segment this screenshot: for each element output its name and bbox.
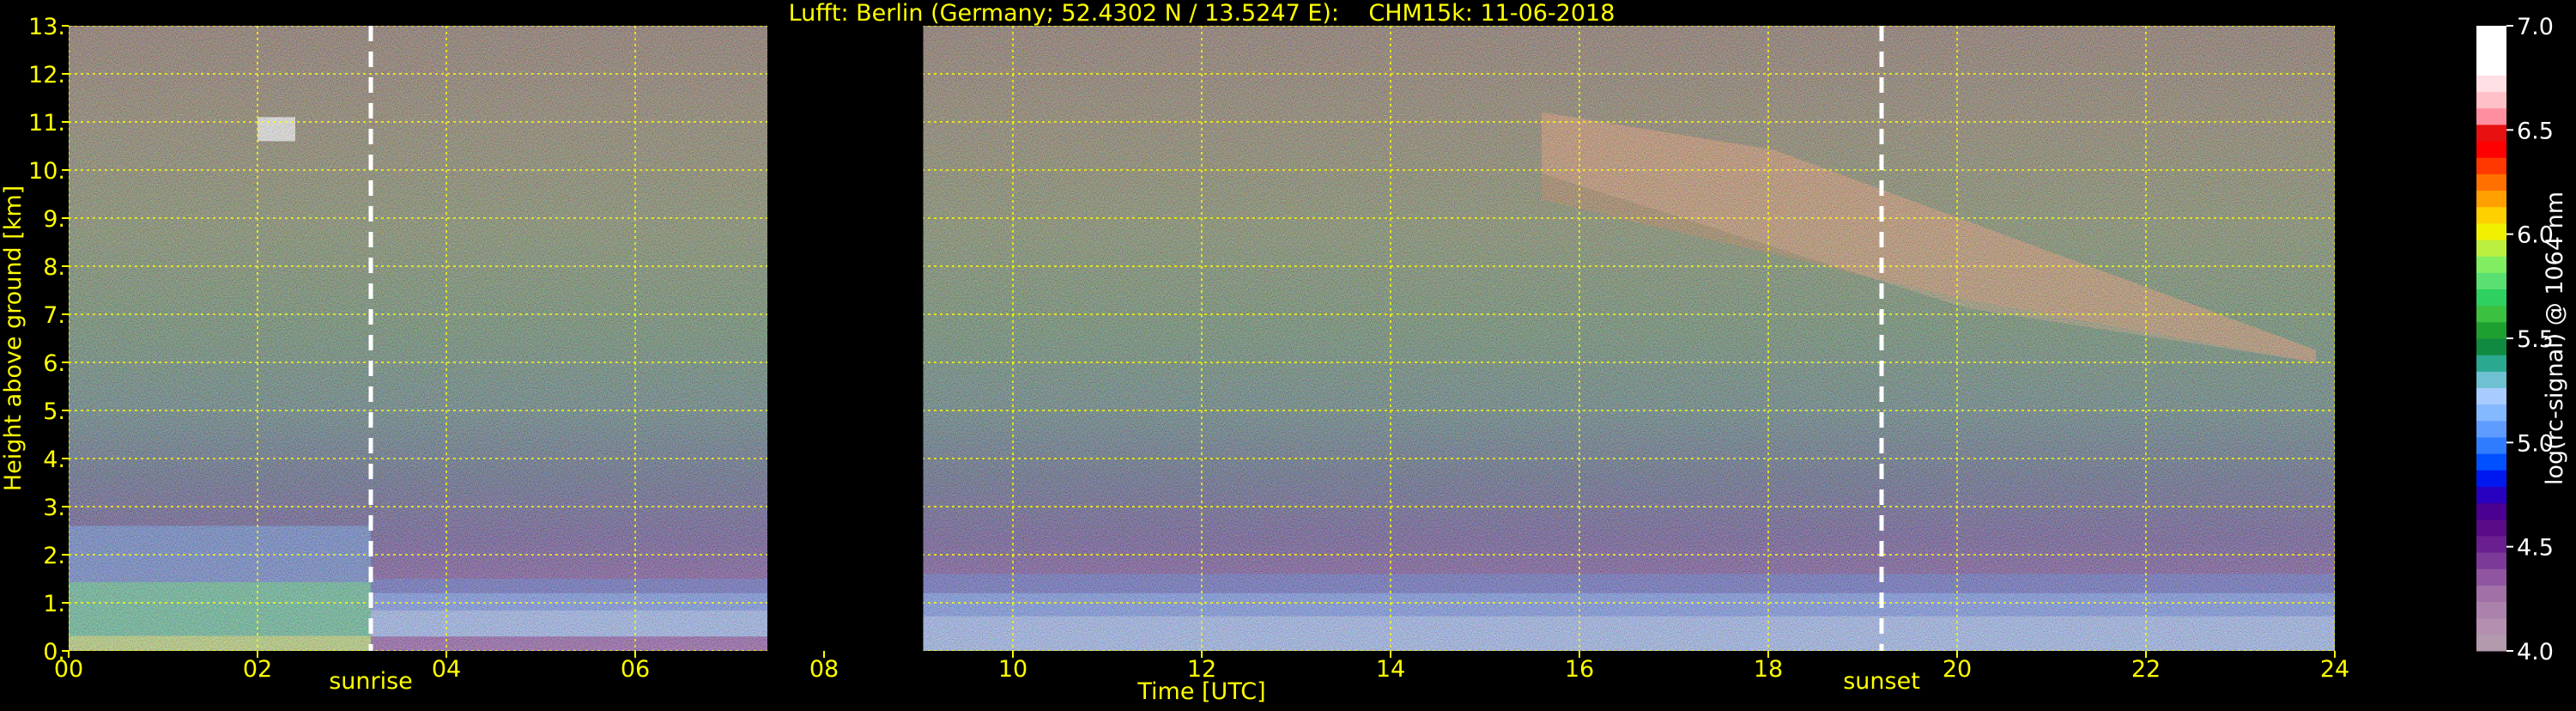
colorbar-segment <box>2476 321 2506 339</box>
x-tick-label: 18 <box>1754 656 1783 683</box>
y-tick-label: 3. <box>43 495 65 521</box>
colorbar <box>2476 26 2506 652</box>
colorbar-segment <box>2476 453 2506 471</box>
colorbar-segment <box>2476 486 2506 504</box>
y-tick-label: 5. <box>43 398 65 425</box>
colorbar-segment <box>2476 404 2506 422</box>
y-tick-label: 2. <box>43 543 65 569</box>
colorbar-segment <box>2476 552 2506 569</box>
x-tick-label: 10 <box>998 656 1027 683</box>
colorbar-segment <box>2476 387 2506 405</box>
y-tick-label: 13. <box>28 14 65 40</box>
x-tick-label: 02 <box>243 656 272 683</box>
sun-label-sunset: sunset <box>1843 668 1920 695</box>
colorbar-segment <box>2476 190 2506 208</box>
x-tick-label: 04 <box>432 656 461 683</box>
y-axis-label: Height above ground [km] <box>0 185 27 491</box>
colorbar-segment <box>2476 58 2506 76</box>
colorbar-segment <box>2476 470 2506 487</box>
colorbar-segment <box>2476 272 2506 290</box>
colorbar-segment <box>2476 355 2506 372</box>
x-tick-label: 14 <box>1376 656 1405 683</box>
colorbar-segment <box>2476 535 2506 553</box>
y-tick-label: 9. <box>43 206 65 233</box>
colorbar-segment <box>2476 305 2506 323</box>
x-tick-label: 22 <box>2131 656 2161 683</box>
chart-title: Lufft: Berlin (Germany; 52.4302 N / 13.5… <box>789 0 1615 27</box>
ceilometer-chart: 00 02 04 06 08 10 12 14 16 18 20 22 24 0.1.2.3.4.5.6… <box>0 0 2568 705</box>
x-tick-label: 16 <box>1565 656 1594 683</box>
colorbar-segment <box>2476 420 2506 438</box>
x-tick-label: 20 <box>1943 656 1972 683</box>
plot-area <box>69 26 2335 651</box>
colorbar-segment <box>2476 26 2506 43</box>
colorbar-segment <box>2476 173 2506 191</box>
y-tick-label: 6. <box>43 350 65 377</box>
y-tick-label: 11. <box>28 110 65 137</box>
colorbar-segment <box>2476 206 2506 224</box>
x-axis-label: Time [UTC] <box>1136 678 1265 705</box>
y-tick-label: 1. <box>43 591 65 617</box>
colorbar-segment <box>2476 42 2506 59</box>
y-tick-label: 8. <box>43 254 65 281</box>
colorbar-segment <box>2476 601 2506 619</box>
colorbar-segment <box>2476 141 2506 158</box>
colorbar-segment <box>2476 75 2506 93</box>
colorbar-segment <box>2476 436 2506 454</box>
colorbar-segment <box>2476 91 2506 109</box>
colorbar-segment <box>2476 634 2506 652</box>
y-tick-label: 12. <box>28 62 65 88</box>
colorbar-segment <box>2476 585 2506 603</box>
colorbar-label: log(rc-signal) @ 1064 nm <box>2542 191 2568 485</box>
colorbar-tick-label: 7.0 <box>2517 14 2554 40</box>
colorbar-segment <box>2476 568 2506 586</box>
y-tick-label: 10. <box>28 158 65 185</box>
data-gap <box>767 26 924 651</box>
colorbar-segment <box>2476 371 2506 388</box>
colorbar-tick-label: 4.0 <box>2517 639 2554 665</box>
colorbar-tick-label: 6.5 <box>2517 118 2554 144</box>
colorbar-segment <box>2476 107 2506 125</box>
y-tick-label: 7. <box>43 302 65 329</box>
y-tick-label: 0. <box>43 639 65 665</box>
colorbar-segment <box>2476 617 2506 635</box>
ceilometer-chart-page: 00 02 04 06 08 10 12 14 16 18 20 22 24 0. 1. 2. 3. 4. 5. 6… <box>0 0 2576 708</box>
y-axis: 0. 1. 2. 3. 4. 5. 6. 7. 8. 9. 10. 11. 12. 13. <box>28 14 69 665</box>
sun-event-labels: sunrise sunset <box>329 668 1920 695</box>
colorbar-segment <box>2476 256 2506 273</box>
colorbar-tick-label: 4.5 <box>2517 535 2554 562</box>
colorbar-segment <box>2476 124 2506 142</box>
colorbar-segment <box>2476 289 2506 307</box>
sun-label-sunrise: sunrise <box>329 668 413 695</box>
x-tick-label: 08 <box>809 656 839 683</box>
colorbar-segment <box>2476 338 2506 356</box>
colorbar-segment <box>2476 240 2506 257</box>
colorbar-segment <box>2476 519 2506 537</box>
colorbar-segment <box>2476 222 2506 240</box>
x-tick-label: 24 <box>2320 656 2349 683</box>
colorbar-segment <box>2476 157 2506 174</box>
x-tick-label: 06 <box>621 656 650 683</box>
colorbar-segment <box>2476 502 2506 520</box>
y-tick-label: 4. <box>43 447 65 473</box>
